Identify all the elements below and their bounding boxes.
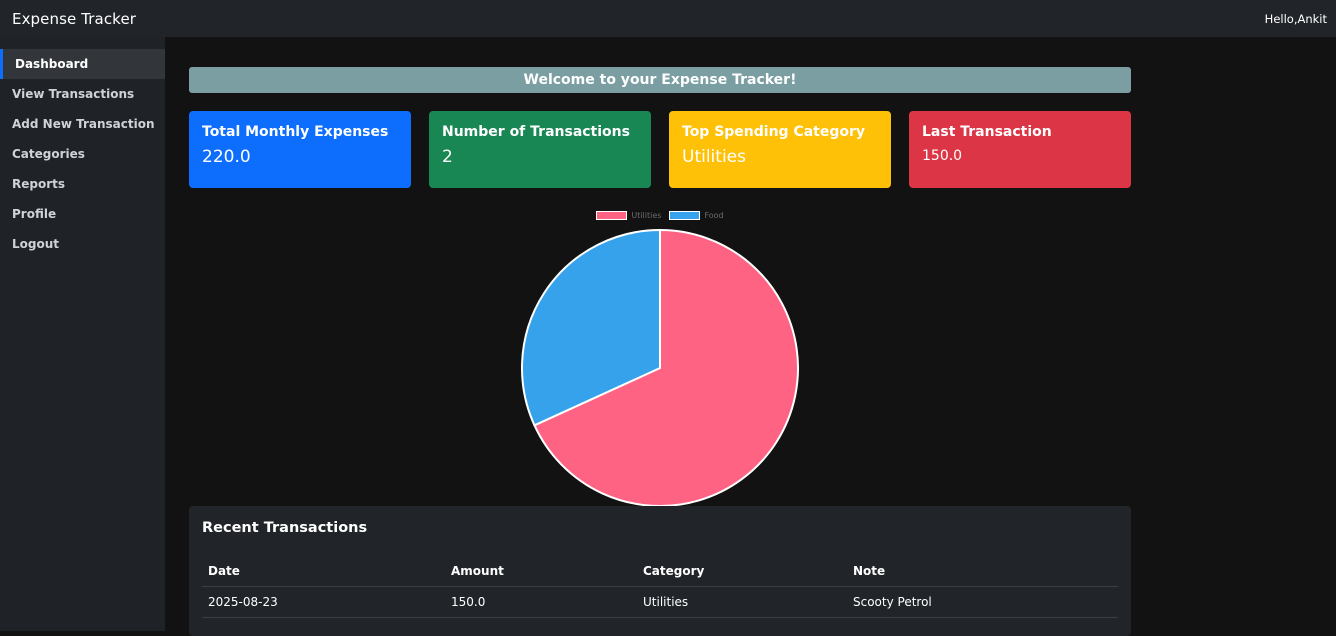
brand-title[interactable]: Expense Tracker [12, 10, 136, 28]
card-title: Total Monthly Expenses [202, 124, 389, 140]
sidebar-item-view-transactions[interactable]: View Transactions [0, 79, 165, 109]
transactions-table: Date Amount Category Note 2025-08-23 150… [202, 557, 1118, 618]
cell-note: Scooty Petrol [847, 586, 1118, 618]
card-total-monthly-expenses: Total Monthly Expenses 220.0 [189, 111, 411, 188]
expense-pie-chart: Utilities Food [189, 207, 1131, 507]
pie-svg [521, 228, 799, 507]
card-last-transaction: Last Transaction 150.0 [909, 111, 1131, 188]
sidebar-item-categories[interactable]: Categories [0, 139, 165, 169]
table-header-row: Date Amount Category Note [202, 557, 1118, 587]
sidebar-item-profile[interactable]: Profile [0, 199, 165, 229]
card-title: Number of Transactions [442, 124, 630, 140]
user-greeting: Hello,Ankit [1264, 11, 1327, 26]
summary-cards: Total Monthly Expenses 220.0 Number of T… [189, 111, 1131, 188]
sidebar-item-logout[interactable]: Logout [0, 229, 165, 259]
recent-transactions-panel: Recent Transactions Date Amount Category… [189, 506, 1131, 636]
sidebar-item-reports[interactable]: Reports [0, 169, 165, 199]
card-value: 220.0 [202, 147, 251, 167]
card-title: Top Spending Category [682, 124, 866, 140]
column-header-amount: Amount [445, 557, 637, 587]
cell-amount: 150.0 [445, 586, 637, 618]
card-value: 2 [442, 147, 453, 167]
table-row: 2025-08-23 150.0 Utilities Scooty Petrol [202, 586, 1118, 618]
card-value: 150.0 [922, 148, 963, 164]
recent-transactions-title: Recent Transactions [202, 520, 368, 536]
cell-date: 2025-08-23 [202, 586, 445, 618]
cell-category: Utilities [637, 586, 847, 618]
sidebar-item-add-new-transaction[interactable]: Add New Transaction [0, 109, 165, 139]
card-title: Last Transaction [922, 124, 1052, 140]
sidebar-item-dashboard[interactable]: Dashboard [0, 49, 165, 79]
card-top-spending-category: Top Spending Category Utilities [669, 111, 891, 188]
column-header-date: Date [202, 557, 445, 587]
column-header-category: Category [637, 557, 847, 587]
welcome-banner: Welcome to your Expense Tracker! [189, 67, 1131, 93]
card-number-of-transactions: Number of Transactions 2 [429, 111, 651, 188]
card-value: Utilities [682, 147, 746, 167]
column-header-note: Note [847, 557, 1118, 587]
top-navbar: Expense Tracker Hello,Ankit [0, 0, 1336, 37]
main-content: Welcome to your Expense Tracker! Total M… [165, 37, 1336, 636]
sidebar: Dashboard View Transactions Add New Tran… [0, 37, 165, 631]
